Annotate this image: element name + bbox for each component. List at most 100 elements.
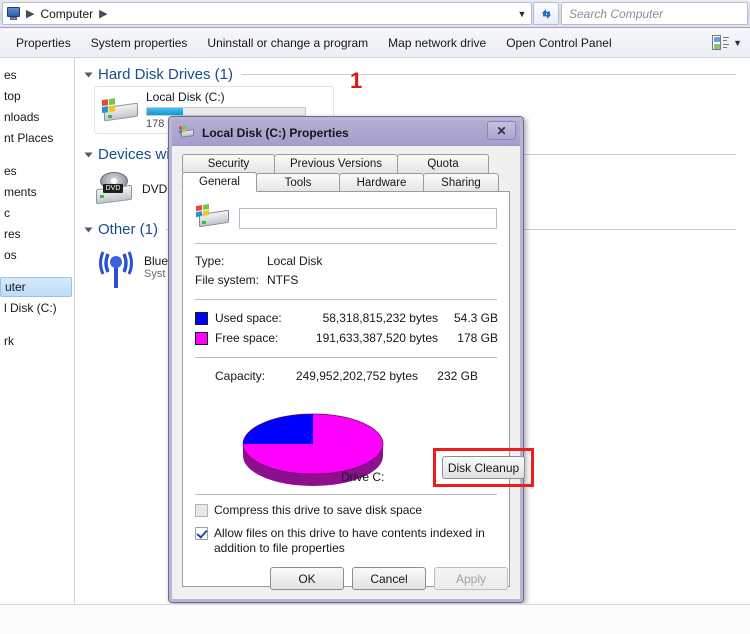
toolbar-system-properties[interactable]: System properties [81, 33, 198, 53]
general-tab-panel: Type: Local Disk File system: NTFS Used … [182, 191, 534, 587]
volume-label-input[interactable] [239, 207, 497, 229]
checkbox-row-compress[interactable]: Compress this drive to save disk space [195, 503, 497, 518]
free-space-label: Free space: [215, 331, 279, 345]
drive-caption-label: Drive C: [341, 470, 385, 484]
group-rule [241, 74, 736, 75]
close-icon[interactable]: ✕ [487, 121, 516, 140]
group-title-hard-disk-drives: Hard Disk Drives (1) [98, 66, 234, 83]
dialog-button-row: OK Cancel Apply [172, 567, 520, 590]
dialog-title-bar[interactable]: Local Disk (C:) Properties ✕ [172, 120, 520, 146]
tab-sharing[interactable]: Sharing [423, 173, 499, 192]
dvd-name-label: DVD [142, 182, 168, 196]
type-value: Local Disk [267, 254, 323, 268]
collapse-triangle-icon-3[interactable] [84, 227, 93, 232]
file-system-value: NTFS [267, 273, 299, 287]
nav-item-favorites[interactable]: es [0, 64, 74, 85]
free-space-bytes: 191,633,387,520 bytes [315, 331, 438, 345]
nav-item-desktop[interactable]: top [0, 85, 74, 106]
divider-2 [195, 299, 497, 300]
compress-checkbox-label: Compress this drive to save disk space [214, 503, 423, 517]
divider-4 [195, 494, 497, 495]
dialog-title-text: Local Disk (C:) Properties [202, 125, 349, 140]
nav-item-pictures[interactable]: res [0, 223, 74, 244]
dialog-frame: Local Disk (C:) Properties ✕ Security Pr… [169, 117, 534, 602]
drive-properties-icon [179, 125, 196, 140]
search-placeholder: Search Computer [569, 6, 664, 21]
breadcrumb-computer[interactable]: Computer [37, 6, 96, 22]
nav-item-libraries[interactable]: es [0, 160, 74, 181]
nav-gap-1 [0, 148, 74, 160]
nav-item-recent-places[interactable]: nt Places [0, 127, 74, 148]
group-header-hard-disk-drives[interactable]: Hard Disk Drives (1) [84, 66, 750, 83]
annotation-number-1: 1 [350, 68, 363, 93]
nav-gap-2 [0, 265, 74, 277]
tab-row-bottom: General Tools Hardware Sharing [182, 172, 510, 192]
dvd-badge: DVD [103, 184, 123, 193]
group-title-other: Other (1) [98, 221, 159, 238]
address-path-box[interactable]: ▶ Computer ▶ ▼ [2, 2, 532, 25]
dvd-drive-icon: DVD [94, 171, 136, 207]
type-key: Type: [195, 254, 225, 268]
search-box[interactable]: Search Computer [561, 2, 748, 25]
collapse-triangle-icon-2[interactable] [84, 152, 93, 157]
capacity-bytes: 249,952,202,752 bytes [295, 369, 418, 383]
tab-security[interactable]: Security [182, 154, 275, 173]
nav-item-downloads[interactable]: nloads [0, 106, 74, 127]
row-free-space: Free space: 191,633,387,520 bytes 178 GB [195, 328, 498, 348]
free-space-swatch [195, 331, 208, 345]
tab-previous-versions[interactable]: Previous Versions [274, 154, 398, 173]
row-capacity: Capacity: 249,952,202,752 bytes 232 GB [195, 366, 497, 386]
local-disk-properties-dialog: Local Disk (C:) Properties ✕ Security Pr… [168, 116, 534, 603]
cancel-button[interactable]: Cancel [352, 567, 426, 590]
nav-item-music[interactable]: c [0, 202, 74, 223]
toolbar-map-network-drive[interactable]: Map network drive [378, 33, 496, 53]
tab-tools[interactable]: Tools [256, 173, 340, 192]
row-type: Type: Local Disk [195, 252, 497, 271]
compress-checkbox[interactable] [195, 504, 208, 517]
tab-row-top: Security Previous Versions Quota [182, 154, 510, 173]
nav-item-computer[interactable]: uter [0, 277, 72, 297]
nav-gap-3 [0, 318, 74, 330]
change-view-icon[interactable] [712, 35, 730, 50]
tab-hardware[interactable]: Hardware [339, 173, 424, 192]
tab-quota[interactable]: Quota [397, 154, 489, 173]
view-dropdown-icon[interactable]: ▼ [733, 38, 742, 48]
navigation-pane: es top nloads nt Places es ments c res o… [0, 58, 75, 634]
tab-general[interactable]: General [182, 172, 257, 192]
row-file-system: File system: NTFS [195, 271, 497, 290]
capacity-gb: 232 GB [437, 369, 478, 383]
address-history-dropdown-icon[interactable]: ▼ [513, 3, 531, 24]
disk-cleanup-highlight-box: Disk Cleanup [433, 448, 534, 487]
divider-3 [195, 357, 497, 358]
bluetooth-name-label: Blue [144, 254, 169, 268]
toolbar-properties[interactable]: Properties [6, 33, 81, 53]
drive-usage-bar [146, 107, 306, 116]
toolbar-uninstall-program[interactable]: Uninstall or change a program [197, 33, 378, 53]
toolbar-open-control-panel[interactable]: Open Control Panel [496, 33, 621, 53]
used-space-gb: 54.3 GB [453, 311, 498, 325]
breadcrumb-separator-icon: ▶ [26, 8, 35, 20]
disk-cleanup-button[interactable]: Disk Cleanup [442, 456, 525, 479]
refresh-icon[interactable] [533, 2, 559, 25]
hard-drive-icon [100, 93, 142, 127]
group-title-devices: Devices wi [98, 146, 170, 163]
row-used-space: Used space: 58,318,815,232 bytes 54.3 GB [195, 308, 498, 328]
bluetooth-icon [94, 246, 138, 288]
nav-item-local-disk-c[interactable]: l Disk (C:) [0, 297, 74, 318]
volume-drive-icon [195, 202, 231, 234]
bluetooth-text: Blue Syst [144, 254, 168, 280]
index-checkbox[interactable] [195, 527, 208, 540]
file-system-key: File system: [195, 273, 260, 287]
capacity-label: Capacity: [215, 369, 266, 383]
checkbox-row-index[interactable]: Allow files on this drive to have conten… [195, 526, 487, 556]
dialog-body: Security Previous Versions Quota General… [172, 146, 534, 599]
nav-item-network[interactable]: rk [0, 330, 74, 351]
nav-item-videos[interactable]: os [0, 244, 74, 265]
index-checkbox-label: Allow files on this drive to have conten… [214, 526, 485, 555]
nav-item-documents[interactable]: ments [0, 181, 74, 202]
breadcrumb-separator-icon-2[interactable]: ▶ [96, 7, 110, 20]
ok-button[interactable]: OK [270, 567, 344, 590]
collapse-triangle-icon[interactable] [84, 72, 93, 77]
free-space-gb: 178 GB [457, 331, 498, 345]
bluetooth-sub-label: Syst [144, 268, 166, 280]
